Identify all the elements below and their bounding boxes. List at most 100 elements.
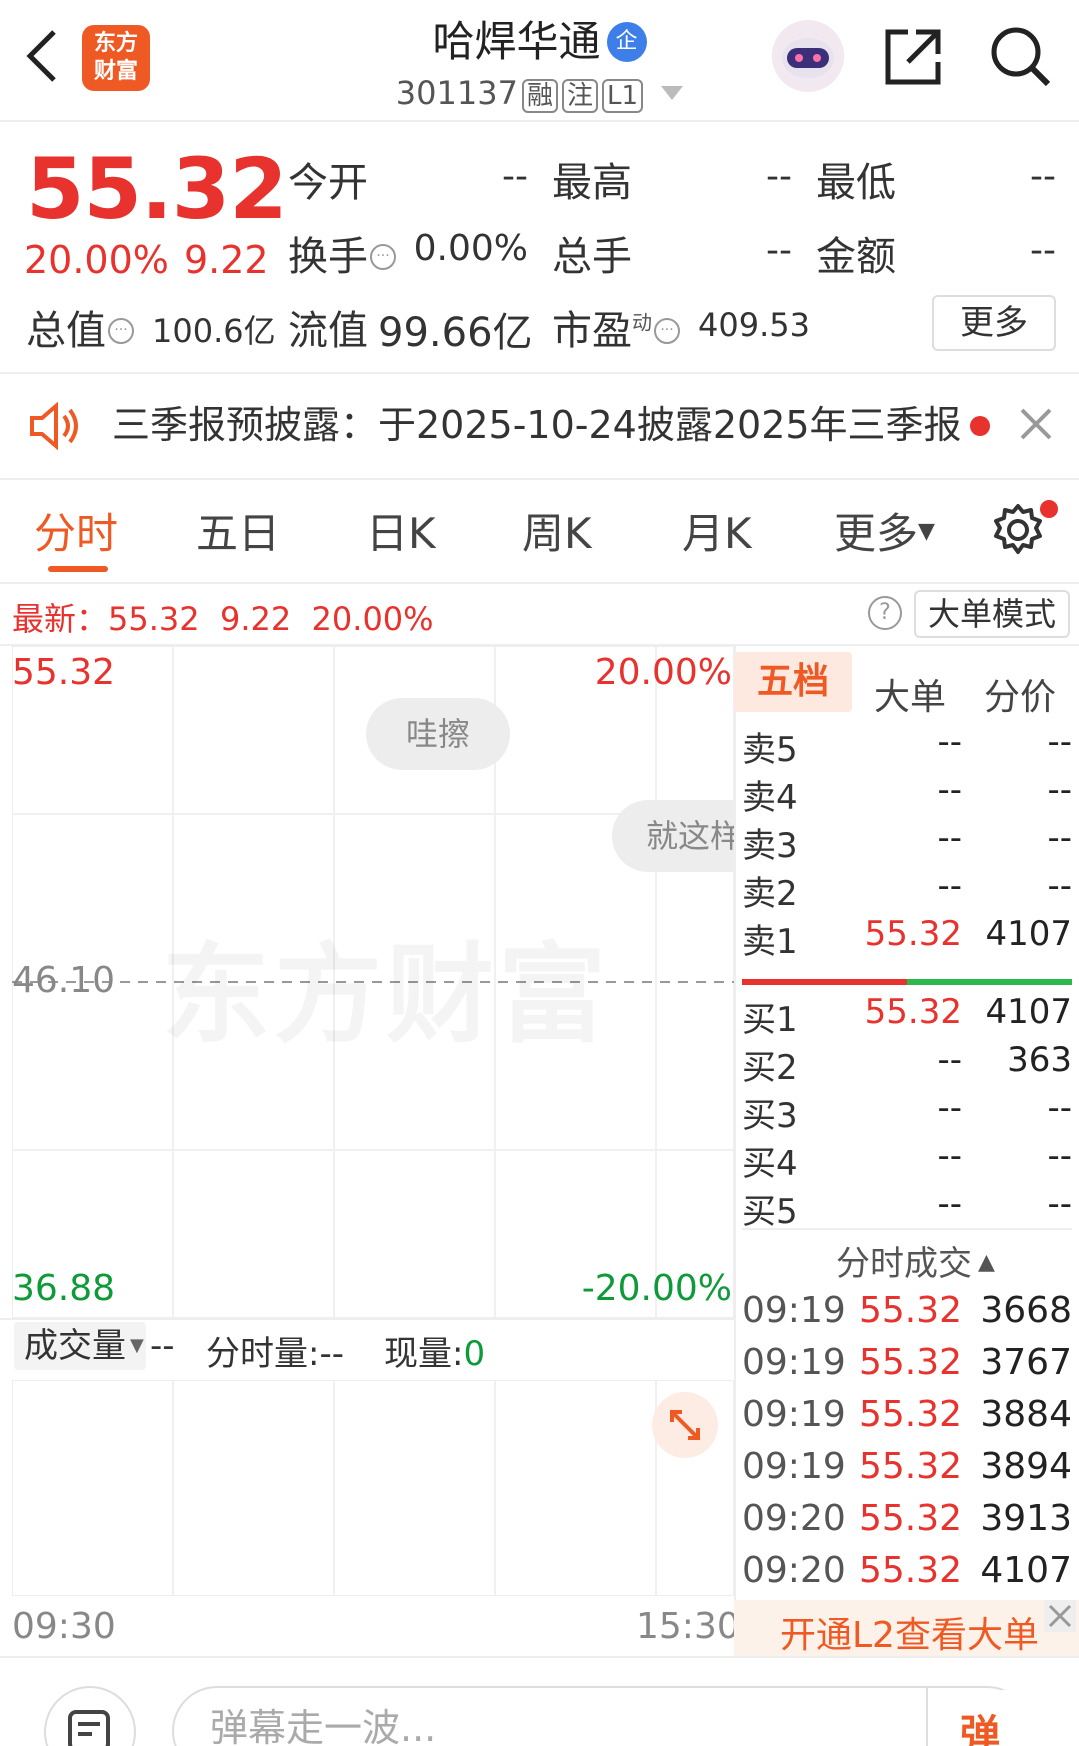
danmu-bubble: 就这样	[612, 800, 734, 872]
divider	[742, 1228, 1072, 1230]
buy-row: 买5 -- --	[742, 1184, 1072, 1232]
comment-edit-button[interactable]	[44, 1686, 136, 1746]
danmu-send-button[interactable]: 弹	[928, 1690, 1032, 1746]
minute-volume: 分时量:--	[206, 1334, 344, 1374]
intraday-chart[interactable]: 东方财富 55.32 20.00% 46.10 36.88 -20.00% 哇擦…	[11, 645, 735, 1319]
divider	[0, 582, 1079, 584]
tab-daily-k[interactable]: 日K	[366, 500, 436, 561]
tag-margin: 融	[521, 79, 558, 113]
chart-watermark: 东方财富	[162, 908, 610, 1064]
caret-up-icon: ▲	[978, 1250, 995, 1275]
active-tab-indicator	[48, 566, 108, 572]
chevron-down-icon[interactable]	[661, 70, 684, 108]
sell-row: 卖5 -- --	[742, 722, 1072, 770]
buy-row: 买2 -- 363	[742, 1040, 1072, 1088]
sell-row: 卖2 -- --	[742, 866, 1072, 914]
danmu-input[interactable]: 弹幕走一波...	[172, 1686, 1032, 1746]
pe-label: 市盈动 ···	[552, 298, 680, 356]
volume-label: 总手	[552, 234, 632, 280]
big-order-mode-button[interactable]: 大单模式	[914, 590, 1070, 638]
tab-big-orders[interactable]: 大单	[874, 668, 946, 720]
notice-text: 三季报预披露：于2025-10-24披露2025年三季报	[112, 403, 962, 447]
sell-row: 卖3 -- --	[742, 818, 1072, 866]
tick-row: 09:20 55.32 4107	[742, 1550, 1072, 1591]
volume-chart[interactable]	[11, 1379, 735, 1597]
search-icon[interactable]	[988, 24, 1054, 90]
tag-level: L1	[601, 79, 644, 113]
enterprise-badge: 企	[606, 22, 647, 62]
chart-bottom-percent: -20.00%	[581, 1268, 732, 1309]
chart-bottom-price: 36.88	[12, 1268, 116, 1309]
caret-down-icon: ▼	[130, 1335, 144, 1356]
tick-row: 09:19 55.32 3884	[742, 1394, 1072, 1435]
close-icon[interactable]	[1044, 1600, 1076, 1632]
pe-dynamic-sup: 动	[632, 310, 652, 335]
share-icon[interactable]	[882, 26, 944, 88]
time-axis-end: 15:30	[636, 1606, 740, 1647]
change-percent: 20.00%	[24, 238, 169, 282]
ticks-title[interactable]: 分时成交 ▲	[836, 1236, 995, 1285]
danmu-bubble: 哇擦	[366, 698, 510, 770]
notice-bar[interactable]: 三季报预披露：于2025-10-24披露2025年三季报	[0, 374, 1079, 480]
speaker-icon	[28, 398, 84, 454]
l2-upgrade-text[interactable]: 开通L2查看大单	[780, 1606, 1039, 1658]
unread-dot	[970, 416, 990, 436]
volume-dash: --	[150, 1326, 175, 1366]
buy-row: 买3 -- --	[742, 1088, 1072, 1136]
tab-weekly-k[interactable]: 周K	[522, 500, 592, 561]
info-icon[interactable]: ···	[370, 244, 396, 270]
volume-indicator-dropdown[interactable]: 成交量 ▼	[14, 1322, 146, 1370]
help-icon[interactable]: ?	[868, 596, 902, 630]
divider	[0, 478, 1079, 480]
low-value: --	[1030, 156, 1056, 197]
chart-top-percent: 20.00%	[594, 652, 732, 693]
settings-gear-icon[interactable]	[990, 502, 1046, 558]
buy-row: 买4 -- --	[742, 1136, 1072, 1184]
tick-row: 09:20 55.32 3913	[742, 1498, 1072, 1539]
info-icon[interactable]: ···	[108, 318, 134, 344]
more-quote-button[interactable]: 更多	[932, 295, 1056, 351]
buy-row: 买1 55.32 4107	[742, 992, 1072, 1040]
high-label: 最高	[552, 160, 632, 206]
tick-row: 09:19 55.32 3894	[742, 1446, 1072, 1487]
chart-top-price: 55.32	[12, 652, 116, 693]
current-price: 55.32	[26, 140, 288, 238]
tag-registration: 注	[561, 79, 598, 113]
volume-grid	[11, 1379, 735, 1597]
tab-intraday[interactable]: 分时	[34, 500, 118, 561]
amount-label: 金额	[816, 234, 896, 280]
tab-five-day[interactable]: 五日	[196, 500, 280, 561]
open-label: 今开	[288, 160, 368, 206]
sell-row: 卖1 55.32 4107	[742, 914, 1072, 962]
time-axis-start: 09:30	[12, 1606, 116, 1647]
volume-value: --	[766, 230, 792, 271]
tab-five-levels[interactable]: 五档	[734, 652, 852, 712]
expand-icon[interactable]	[652, 1392, 718, 1458]
comment-edit-icon	[68, 1710, 110, 1746]
tick-row: 09:19 55.32 3668	[742, 1290, 1072, 1331]
caret-down-icon: ▼	[918, 519, 935, 544]
float-cap-value: 99.66亿	[378, 310, 533, 356]
info-icon[interactable]: ···	[654, 318, 680, 344]
close-icon[interactable]	[1016, 404, 1056, 444]
change-amount: 9.22	[184, 238, 269, 282]
current-volume: 现量:0	[384, 1334, 486, 1374]
high-value: --	[766, 156, 792, 197]
latest-quote-line: 最新：55.32 9.22 20.00%	[12, 600, 434, 638]
turnover-value: 0.00%	[413, 228, 528, 269]
chart-mid-price: 46.10	[12, 960, 116, 1001]
tab-more[interactable]: 更多▼	[834, 500, 935, 561]
top-header: 东方 财富 哈焊华通企 301137 融注 L1	[0, 0, 1079, 122]
tab-price-distribution[interactable]: 分价	[984, 668, 1056, 720]
turnover-label: 换手 ···	[288, 224, 396, 282]
amount-value: --	[1030, 230, 1056, 271]
low-label: 最低	[816, 160, 896, 206]
assistant-robot-icon[interactable]	[770, 18, 846, 94]
pe-value: 409.53	[698, 306, 810, 344]
settings-badge-dot	[1040, 500, 1058, 518]
stock-code: 301137	[395, 74, 518, 112]
market-cap-value: 100.6亿	[152, 312, 276, 350]
tick-row: 09:19 55.32 3767	[742, 1342, 1072, 1383]
tab-monthly-k[interactable]: 月K	[682, 500, 752, 561]
float-cap-label: 流值	[288, 308, 368, 354]
